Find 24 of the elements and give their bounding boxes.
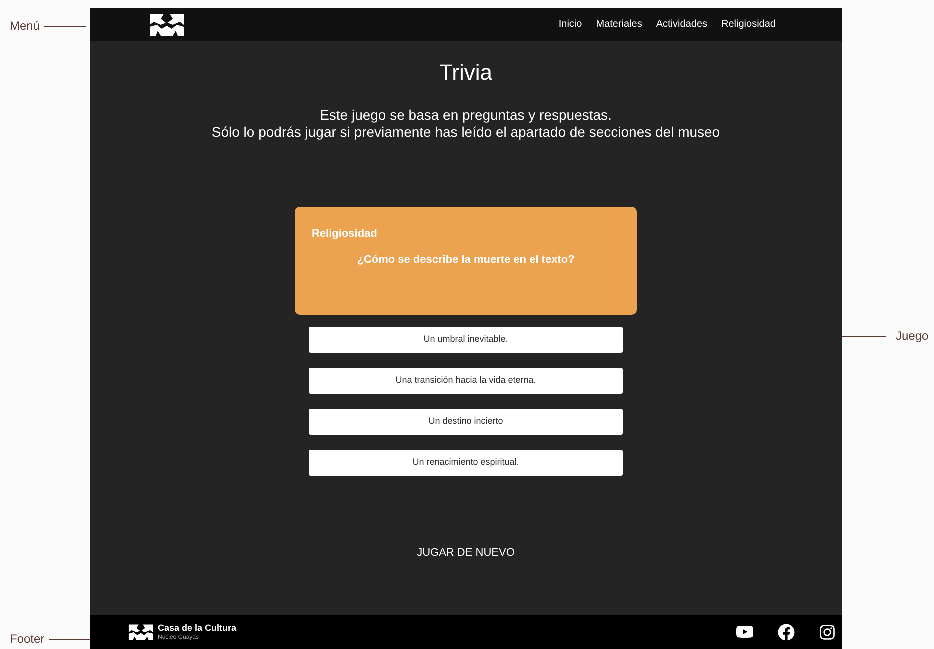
nav-link[interactable]: Actividades	[656, 17, 708, 32]
footer-brand: Casa de la Cultura	[158, 622, 237, 634]
instagram-icon[interactable]	[819, 624, 836, 640]
annotation-label: Juego	[896, 328, 929, 345]
youtube-icon[interactable]	[736, 623, 754, 641]
answer-button[interactable]: Un umbral inevitable.	[309, 327, 623, 353]
question-category: Religiosidad	[312, 227, 378, 242]
nav-link[interactable]: Religiosidad	[722, 17, 776, 32]
logo-icon	[149, 12, 185, 36]
leader-line	[48, 638, 91, 640]
nav-link[interactable]: Materiales	[596, 17, 642, 32]
question-text: ¿Cómo se describe la muerte en el texto?	[356, 252, 576, 268]
answer-button[interactable]: Un destino incierto	[309, 409, 623, 435]
replay-button[interactable]: JUGAR DE NUEVO	[417, 545, 515, 562]
answer-button[interactable]: Una transición hacia la vida eterna.	[309, 368, 623, 394]
page-title: Trivia	[440, 59, 492, 87]
logo-icon	[128, 624, 154, 640]
answer-button[interactable]: Un renacimiento espiritual.	[309, 450, 623, 476]
facebook-icon[interactable]	[778, 624, 795, 640]
intro-text: Este juego se basa en preguntas y respuestas.	[320, 107, 612, 124]
annotation-label: Menú	[10, 18, 40, 35]
intro-text: Sólo lo podrás jugar si previamente has leído el apartado de secciones del museo	[212, 124, 720, 141]
annotation-label: Footer	[10, 631, 45, 648]
nav-link[interactable]: Inicio	[558, 17, 582, 32]
